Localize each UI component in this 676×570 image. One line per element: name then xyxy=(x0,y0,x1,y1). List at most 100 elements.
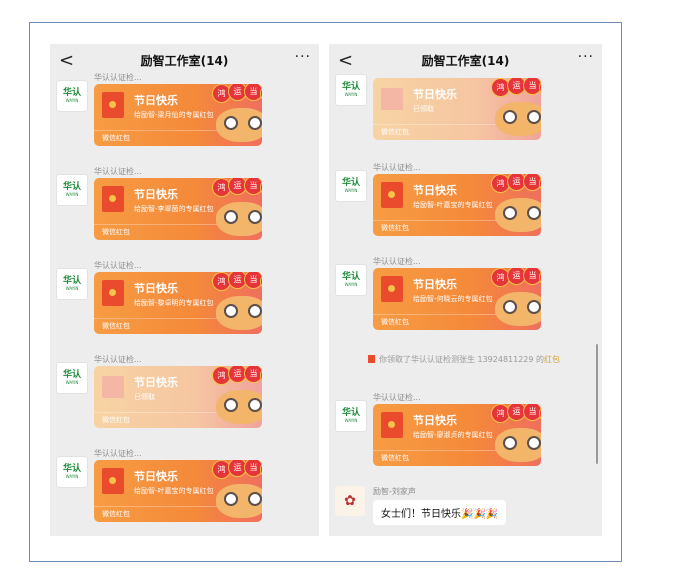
red-envelope-icon xyxy=(102,376,124,398)
red-packet-link[interactable]: 红包 xyxy=(544,355,560,364)
system-message: 你领取了华认认证检测张生 13924811229 的红包 xyxy=(349,353,579,367)
lion-eye-icon xyxy=(224,210,238,224)
lion-eye-icon xyxy=(248,116,262,130)
avatar-logo-text: 华认 xyxy=(62,182,81,192)
red-envelope-icon xyxy=(381,276,403,302)
red-packet-footer-label: 微信红包 xyxy=(381,224,409,232)
avatar[interactable]: 华认 WAYIN xyxy=(56,174,88,206)
avatar-logo-sub: WAYIN xyxy=(344,92,358,97)
red-packet-footer-label: 微信红包 xyxy=(381,128,409,136)
red-envelope-icon xyxy=(102,186,124,212)
avatar-logo-sub: WAYIN xyxy=(65,380,79,385)
avatar-logo-sub: WAYIN xyxy=(344,188,358,193)
red-packet-footer-label: 微信红包 xyxy=(102,416,130,424)
avatar-logo-sub: WAYIN xyxy=(65,474,79,479)
scrollbar[interactable] xyxy=(596,344,598,464)
lion-eye-icon xyxy=(248,398,262,412)
avatar[interactable]: 华认 WAYIN xyxy=(56,456,88,488)
avatar[interactable]: 华认 WAYIN xyxy=(56,362,88,394)
lion-eye-icon xyxy=(527,206,541,220)
sender-name: 华认认证检... xyxy=(94,73,142,82)
chat-panel-right: < 励智工作室(14) ··· 华认 WAYIN 节日快乐 已领取 微信红包 鸿… xyxy=(329,44,602,536)
red-envelope-icon xyxy=(102,280,124,306)
red-packet-subtitle: 已领取 xyxy=(413,105,434,113)
avatar[interactable]: 华认 WAYIN xyxy=(56,268,88,300)
red-packet-card[interactable]: 节日快乐 已领取 微信红包 鸿 运 当 头 xyxy=(373,78,541,140)
red-packet-subtitle: 已领取 xyxy=(134,393,155,401)
avatar[interactable]: 华认 WAYIN xyxy=(335,170,367,202)
avatar-logo-text: 华认 xyxy=(62,464,81,474)
sender-name: 华认认证检... xyxy=(373,393,421,402)
lion-eye-icon xyxy=(503,300,517,314)
red-packet-subtitle: 给励智-叶嘉宝的专属红包 xyxy=(134,487,214,495)
red-packet-card[interactable]: 节日快乐 给励智-叶嘉宝的专属红包 微信红包 鸿 运 当 头 xyxy=(94,460,262,522)
sender-name: 华认认证检... xyxy=(94,167,142,176)
more-icon[interactable]: ··· xyxy=(295,49,311,65)
list-item: ✿ 励智-刘家声 女士们！节日快乐🎉🎉🎉 xyxy=(335,486,595,534)
red-packet-subtitle: 给励智-廖淑贞的专属红包 xyxy=(413,431,493,439)
sender-name: 励智-刘家声 xyxy=(373,487,416,496)
lion-eye-icon xyxy=(224,398,238,412)
red-packet-card[interactable]: 节日快乐 给励智-廖淑贞的专属红包 微信红包 鸿 运 当 头 xyxy=(373,404,541,466)
avatar[interactable]: 华认 WAYIN xyxy=(335,400,367,432)
message-bubble[interactable]: 女士们！节日快乐🎉🎉🎉 xyxy=(373,500,507,525)
avatar-logo-sub: WAYIN xyxy=(65,98,79,103)
red-packet-card[interactable]: 节日快乐 给励智-叶嘉宝的专属红包 微信红包 鸿 运 当 头 xyxy=(373,174,541,236)
avatar-logo-text: 华认 xyxy=(62,370,81,380)
lion-eye-icon xyxy=(224,304,238,318)
lion-eye-icon xyxy=(527,300,541,314)
red-envelope-icon xyxy=(381,182,403,208)
avatar-logo-text: 华认 xyxy=(62,276,81,286)
red-packet-title: 节日快乐 xyxy=(413,184,457,197)
red-packet-title: 节日快乐 xyxy=(413,414,457,427)
chat-panel-left: < 励智工作室(14) ··· 华认 WAYIN 华认认证检... 节日快乐 给… xyxy=(50,44,319,536)
lion-dance-decoration: 鸿 运 当 头 xyxy=(212,178,262,240)
lion-eye-icon xyxy=(224,116,238,130)
list-item: 华认 WAYIN 华认认证检... 节日快乐 给励智-何晓云的专属红包 微信红包… xyxy=(335,256,595,346)
avatar[interactable]: ✿ xyxy=(335,486,365,516)
list-item: 华认 WAYIN 华认认证检... 节日快乐 已领取 微信红包 鸿 运 当 头 xyxy=(56,354,316,444)
back-icon[interactable]: < xyxy=(59,50,74,71)
red-packet-footer-label: 微信红包 xyxy=(102,510,130,518)
red-packet-card[interactable]: 节日快乐 给励智-何晓云的专属红包 微信红包 鸿 运 当 头 xyxy=(373,268,541,330)
red-packet-footer-label: 微信红包 xyxy=(381,318,409,326)
red-envelope-icon xyxy=(381,412,403,438)
list-item: 华认 WAYIN 华认认证检... 节日快乐 给励智-廖淑贞的专属红包 微信红包… xyxy=(335,392,595,482)
list-item: 华认 WAYIN 华认认证检... 节日快乐 给励智-梁月仙的专属红包 微信红包… xyxy=(56,72,316,162)
lion-eye-icon xyxy=(248,492,262,506)
avatar[interactable]: 华认 WAYIN xyxy=(335,264,367,296)
red-packet-card[interactable]: 节日快乐 给励智-李翠茵的专属红包 微信红包 鸿 运 当 头 xyxy=(94,178,262,240)
sender-name: 华认认证检... xyxy=(94,449,142,458)
red-packet-card[interactable]: 节日快乐 已领取 微信红包 鸿 运 当 头 xyxy=(94,366,262,428)
lion-dance-decoration: 鸿 运 当 头 xyxy=(212,366,262,428)
lion-dance-decoration: 鸿 运 当 头 xyxy=(491,404,541,466)
red-packet-subtitle: 给励智-梁月仙的专属红包 xyxy=(134,111,214,119)
avatar[interactable]: 华认 WAYIN xyxy=(335,74,367,106)
avatar-logo-sub: WAYIN xyxy=(344,418,358,423)
chat-title: 励智工作室(14) xyxy=(140,53,229,68)
lion-dance-decoration: 鸿 运 当 头 xyxy=(491,268,541,330)
list-item: 华认 WAYIN 华认认证检... 节日快乐 给励智-李翠茵的专属红包 微信红包… xyxy=(56,166,316,256)
red-packet-subtitle: 给励智-李翠茵的专属红包 xyxy=(134,205,214,213)
sender-name: 华认认证检... xyxy=(94,261,142,270)
lion-dance-decoration: 鸿 运 当 头 xyxy=(212,272,262,334)
red-envelope-icon xyxy=(102,468,124,494)
lion-dance-decoration: 鸿 运 当 头 xyxy=(212,460,262,522)
red-packet-title: 节日快乐 xyxy=(413,88,457,101)
lion-eye-icon xyxy=(248,304,262,318)
red-packet-title: 节日快乐 xyxy=(413,278,457,291)
red-packet-card[interactable]: 节日快乐 给励智-梁月仙的专属红包 微信红包 鸿 运 当 头 xyxy=(94,84,262,146)
red-packet-title: 节日快乐 xyxy=(134,282,178,295)
list-item: 华认 WAYIN 华认认证检... 节日快乐 给励智-叶嘉宝的专属红包 微信红包… xyxy=(335,162,595,252)
lion-dance-decoration: 鸿 运 当 头 xyxy=(491,174,541,236)
red-packet-card[interactable]: 节日快乐 给励智-黎卓明的专属红包 微信红包 鸿 运 当 头 xyxy=(94,272,262,334)
lion-dance-decoration: 鸿 运 当 头 xyxy=(491,78,541,140)
avatar-logo-sub: WAYIN xyxy=(344,282,358,287)
system-message-text: 你领取了华认认证检测张生 13924811229 的 xyxy=(378,355,545,364)
red-packet-title: 节日快乐 xyxy=(134,376,178,389)
red-packet-title: 节日快乐 xyxy=(134,94,178,107)
avatar[interactable]: 华认 WAYIN xyxy=(56,80,88,112)
lion-dance-decoration: 鸿 运 当 头 xyxy=(212,84,262,146)
avatar-logo-text: 华认 xyxy=(341,408,360,418)
lion-eye-icon xyxy=(527,110,541,124)
